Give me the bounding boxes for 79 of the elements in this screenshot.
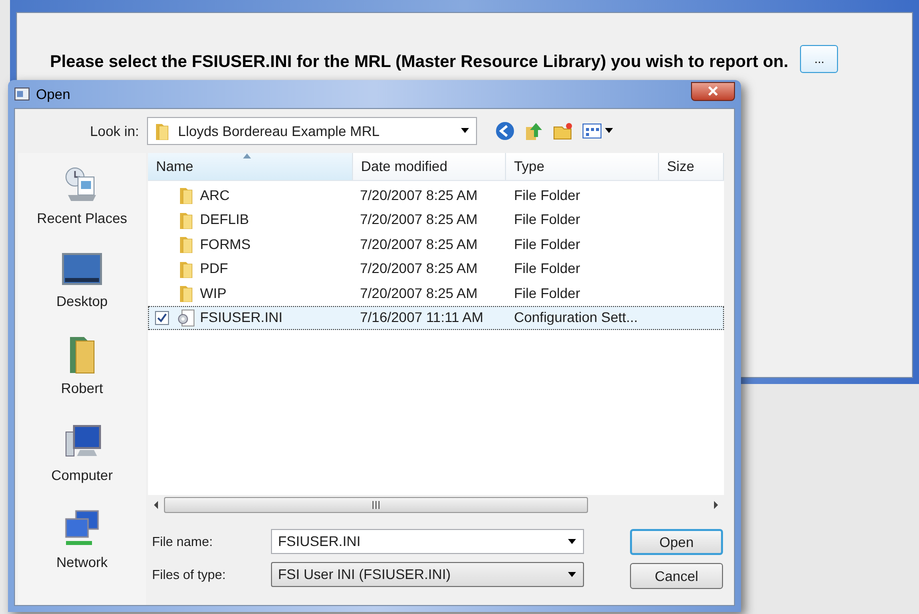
file-type-dropdown[interactable]: FSI User INI (FSIUSER.INI)	[271, 562, 584, 587]
dialog-title: Open	[36, 84, 70, 104]
column-header[interactable]: Date modified	[353, 153, 506, 180]
file-type: File Folder	[513, 234, 582, 254]
horizontal-scrollbar[interactable]	[148, 495, 724, 515]
close-button[interactable]	[691, 82, 735, 100]
window-icon	[14, 86, 30, 102]
field-label: Files of type:	[152, 566, 227, 584]
column-header[interactable]: Size	[659, 153, 724, 180]
folder-icon	[178, 284, 194, 302]
new-folder-icon[interactable]	[553, 121, 574, 141]
dropdown-arrow-icon[interactable]	[567, 570, 577, 578]
scroll-left-icon[interactable]	[152, 501, 160, 509]
file-type: File Folder	[513, 284, 582, 303]
look-in-value: Lloyds Bordereau Example MRL	[178, 122, 381, 141]
checkbox[interactable]	[155, 310, 169, 325]
column-header[interactable]: Type	[506, 153, 659, 180]
file-name-field[interactable]: FSIUSER.INI	[271, 529, 584, 554]
view-menu-icon[interactable]	[582, 123, 602, 139]
scrollbar-thumb[interactable]	[164, 497, 588, 513]
settings-file-icon	[176, 308, 196, 327]
checkmark-icon	[157, 312, 167, 323]
file-name: ARC	[200, 186, 230, 205]
sort-ascending-icon	[243, 153, 251, 159]
file-type: File Folder	[513, 259, 582, 278]
place-label: Desktop	[56, 292, 108, 311]
file-name: DEFLIB	[200, 210, 250, 230]
field-label: File name:	[152, 532, 214, 551]
file-row[interactable]: DEFLIB 7/20/2007 8:25 AM File Folder	[148, 208, 724, 232]
file-type: File Folder	[513, 186, 582, 205]
column-header[interactable]: Name	[148, 153, 353, 180]
folder-icon	[178, 210, 194, 229]
cancel-button[interactable]: Cancel	[630, 563, 723, 589]
file-date: 7/20/2007 8:25 AM	[359, 259, 479, 278]
up-folder-icon[interactable]	[524, 121, 544, 141]
scroll-right-icon[interactable]	[712, 501, 720, 509]
file-date: 7/20/2007 8:25 AM	[359, 234, 479, 254]
folder-icon	[178, 260, 194, 278]
place-item[interactable]: Computer	[51, 422, 113, 486]
close-icon	[707, 86, 719, 96]
folder-icon	[178, 186, 194, 204]
file-date: 7/20/2007 8:25 AM	[359, 186, 479, 205]
back-icon[interactable]	[495, 121, 516, 141]
dropdown-arrow-icon[interactable]	[604, 127, 614, 135]
place-label: Robert	[60, 379, 104, 398]
place-label: Computer	[51, 466, 113, 485]
prompt-text: Please select the FSIUSER.INI for the MRL (Master Resource Library) you wish to report on.	[50, 51, 788, 73]
file-name: PDF	[200, 259, 228, 278]
open-button[interactable]: Open	[630, 529, 723, 555]
file-row[interactable]: PDF 7/20/2007 8:25 AM File Folder	[148, 256, 724, 281]
file-date: 7/20/2007 8:25 AM	[359, 284, 479, 303]
place-label: Recent Places	[36, 209, 128, 228]
file-row[interactable]: WIP 7/20/2007 8:25 AM File Folder	[148, 281, 724, 306]
dropdown-arrow-icon[interactable]	[460, 127, 470, 135]
place-item[interactable]: Network	[56, 509, 108, 573]
file-type: File Folder	[513, 210, 582, 230]
file-type-value: FSI User INI (FSIUSER.INI)	[278, 565, 451, 584]
file-date: 7/20/2007 8:25 AM	[359, 210, 479, 230]
place-item[interactable]: Robert	[60, 335, 104, 399]
folder-icon	[178, 235, 194, 254]
file-row[interactable]: FSIUSER.INI 7/16/2007 11:11 AM Configuration Sett...	[148, 306, 724, 330]
folder-icon	[154, 122, 170, 140]
place-item[interactable]: Desktop	[56, 252, 108, 312]
file-name-value: FSIUSER.INI	[278, 532, 360, 551]
place-item[interactable]: Recent Places	[36, 165, 128, 229]
browse-button[interactable]: ...	[800, 45, 838, 73]
file-row[interactable]: ARC 7/20/2007 8:25 AM File Folder	[148, 183, 724, 208]
file-date: 7/16/2007 11:11 AM	[359, 308, 484, 328]
file-type: Configuration Sett...	[513, 308, 639, 328]
grip-icon	[372, 501, 380, 509]
file-name: FORMS	[200, 234, 251, 254]
dropdown-arrow-icon[interactable]	[567, 538, 577, 546]
look-in-dropdown[interactable]: Lloyds Bordereau Example MRL	[147, 117, 478, 145]
place-label: Network	[56, 553, 108, 572]
file-name: FSIUSER.INI	[200, 308, 282, 328]
monitor-icon	[62, 252, 102, 288]
file-name: WIP	[200, 284, 226, 303]
file-row[interactable]: FORMS 7/20/2007 8:25 AM File Folder	[148, 232, 724, 256]
look-in-label: Look in:	[90, 122, 140, 140]
